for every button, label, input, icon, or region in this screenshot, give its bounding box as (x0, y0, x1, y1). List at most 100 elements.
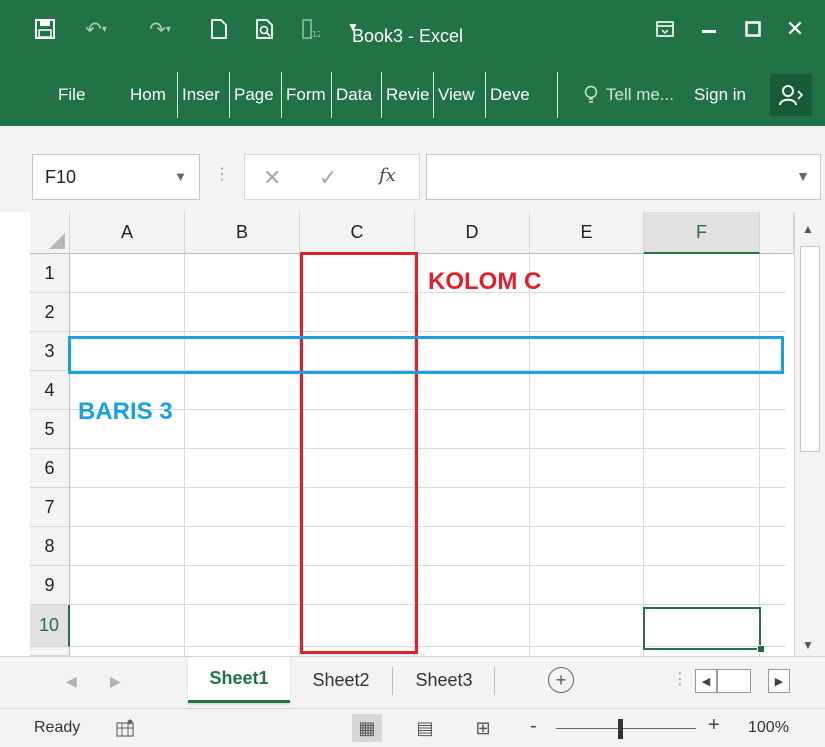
gridline (70, 409, 786, 410)
column-header-f[interactable]: F (644, 212, 760, 254)
add-sheet-icon[interactable]: + (548, 667, 574, 693)
row-header-9[interactable]: 9 (30, 566, 70, 605)
zoom-out-button[interactable]: - (530, 715, 537, 738)
maximize-icon[interactable] (738, 14, 768, 44)
tab-review[interactable]: Revie (386, 76, 432, 114)
undo-icon[interactable]: ↶ ▾ (76, 14, 116, 44)
tab-developer[interactable]: Deve (490, 76, 538, 114)
close-icon[interactable]: ✕ (780, 14, 810, 44)
cancel-icon[interactable]: ✕ (263, 165, 281, 191)
column-header-partial[interactable] (760, 212, 794, 254)
row-header-6[interactable]: 6 (30, 449, 70, 488)
sheet-tab-sheet3[interactable]: Sheet3 (396, 657, 492, 703)
row-header-7[interactable]: 7 (30, 488, 70, 527)
save-icon[interactable] (30, 14, 60, 44)
select-all-icon (49, 233, 65, 249)
row-header-5[interactable]: 5 (30, 410, 70, 449)
share-icon[interactable] (770, 74, 812, 116)
scroll-tabs-right-icon[interactable]: ▶ (110, 673, 121, 690)
expand-formula-icon[interactable]: ▼ (796, 168, 810, 184)
zoom-in-button[interactable]: + (708, 714, 720, 737)
scroll-right-icon[interactable]: ▶ (768, 669, 790, 693)
gridline (70, 604, 786, 605)
gridline (70, 565, 786, 566)
macro-record-icon[interactable] (114, 717, 136, 739)
page-layout-view-icon[interactable]: ▤ (410, 714, 440, 742)
collapsed-ribbon-area (0, 126, 825, 144)
tell-me-box[interactable]: Tell me... (584, 76, 674, 114)
formula-buttons: ✕ ✓ fx (244, 154, 420, 200)
row-header-2[interactable]: 2 (30, 293, 70, 332)
tell-me-label: Tell me... (606, 85, 675, 104)
vertical-scrollbar[interactable]: ▲ ▼ (794, 212, 825, 656)
gridline (759, 254, 760, 656)
name-box[interactable]: F10 ▼ (32, 154, 200, 200)
redo-icon[interactable]: ↷ ▾ (140, 14, 180, 44)
minimize-icon[interactable] (694, 14, 724, 44)
gridline (414, 254, 415, 656)
svg-text:12: 12 (312, 30, 320, 39)
column-header-e[interactable]: E (530, 212, 644, 254)
cell-area[interactable] (70, 254, 786, 656)
sheet-tab-sheet2[interactable]: Sheet2 (292, 657, 390, 703)
gridline (184, 254, 185, 656)
horizontal-scroll-thumb[interactable] (717, 669, 751, 693)
tab-file[interactable]: File (58, 76, 94, 114)
row-header-10[interactable]: 10 (30, 605, 70, 647)
row-header-partial[interactable] (30, 647, 70, 656)
new-document-icon[interactable] (204, 14, 234, 44)
sign-in-link[interactable]: Sign in (694, 76, 746, 114)
sort-icon[interactable]: 12 (296, 14, 326, 44)
column-header-a[interactable]: A (70, 212, 185, 254)
formula-input[interactable]: ▼ (426, 154, 821, 200)
gridline (529, 254, 530, 656)
gridline (70, 646, 786, 647)
row-header-1[interactable]: 1 (30, 254, 70, 293)
normal-view-icon[interactable]: ▦ (352, 714, 382, 742)
zoom-slider-thumb[interactable] (618, 719, 623, 739)
tab-formulas[interactable]: Form (286, 76, 330, 114)
column-header-b[interactable]: B (185, 212, 300, 254)
column-header-c[interactable]: C (300, 212, 415, 254)
drag-handle-icon[interactable]: ⋮ (672, 669, 688, 689)
name-box-value: F10 (45, 166, 77, 187)
tab-divider (229, 72, 230, 118)
column-header-d[interactable]: D (415, 212, 530, 254)
row-header-8[interactable]: 8 (30, 527, 70, 566)
worksheet-grid: A B C D E F 1 2 3 4 5 6 7 8 9 10 (30, 212, 825, 656)
print-preview-icon[interactable] (250, 14, 280, 44)
tab-divider (331, 72, 332, 118)
gridline (643, 254, 644, 656)
tab-divider (177, 72, 178, 118)
scroll-tabs-left-icon[interactable]: ◀ (66, 673, 77, 690)
select-all-button[interactable] (30, 212, 70, 254)
tab-data[interactable]: Data (336, 76, 380, 114)
zoom-slider[interactable] (556, 728, 696, 729)
sheet-tab-bar: ◀ ▶ Sheet1 Sheet2 Sheet3 + ⋮ ◀ ▶ (0, 656, 825, 708)
scroll-up-icon[interactable]: ▲ (802, 222, 814, 236)
drag-handle-icon[interactable]: ⋮ (214, 164, 230, 184)
chevron-down-icon[interactable]: ▼ (174, 169, 187, 184)
tab-divider (281, 72, 282, 118)
gridline (70, 526, 786, 527)
zoom-level[interactable]: 100% (748, 719, 789, 737)
row-header-4[interactable]: 4 (30, 371, 70, 410)
tab-divider (392, 667, 393, 695)
sheet-tab-sheet1[interactable]: Sheet1 (188, 657, 290, 703)
tab-insert[interactable]: Inser (182, 76, 228, 114)
page-break-view-icon[interactable]: ⊞ (468, 714, 498, 742)
formula-bar: F10 ▼ ⋮ ✕ ✓ fx ▼ (0, 144, 825, 212)
row-header-3[interactable]: 3 (30, 332, 70, 371)
vertical-scroll-thumb[interactable] (800, 246, 820, 452)
scroll-left-icon[interactable]: ◀ (695, 669, 717, 693)
tab-home[interactable]: Hom (130, 76, 176, 114)
ribbon-display-icon[interactable] (650, 14, 680, 44)
tab-view[interactable]: View (438, 76, 484, 114)
status-text: Ready (34, 719, 81, 736)
scroll-down-icon[interactable]: ▼ (802, 638, 814, 652)
tab-page-layout[interactable]: Page (234, 76, 280, 114)
enter-icon[interactable]: ✓ (319, 165, 337, 191)
insert-function-icon[interactable]: fx (379, 165, 396, 186)
gridline (70, 370, 786, 371)
tab-divider (381, 72, 382, 118)
